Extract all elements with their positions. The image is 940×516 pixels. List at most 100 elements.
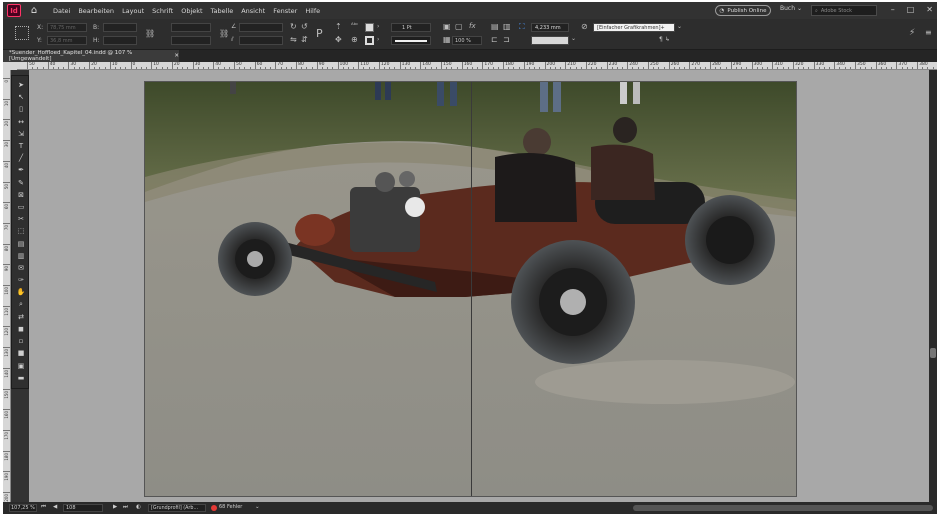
page-tool-icon[interactable]: ▯ <box>15 104 27 114</box>
pasteboard[interactable] <box>29 70 929 502</box>
maximize-icon[interactable]: □ <box>907 5 915 14</box>
vertical-scrollbar[interactable] <box>929 70 937 502</box>
stock-search-field[interactable]: ⌕ Adobe Stock <box>811 5 877 16</box>
stroke-type-field[interactable] <box>391 36 431 45</box>
rotate-ccw-icon[interactable]: ↺ <box>301 22 308 31</box>
vertical-scroll-thumb[interactable] <box>930 348 936 358</box>
close-icon[interactable]: ✕ <box>926 5 933 14</box>
selection-tool-icon[interactable]: ➤ <box>15 80 27 90</box>
menu-hilfe[interactable]: Hilfe <box>301 7 324 15</box>
menu-ansicht[interactable]: Ansicht <box>237 7 269 15</box>
object-style-field[interactable]: [Einfacher Grafikrahmen]+ <box>593 23 675 32</box>
gap-tool-icon[interactable]: ↔ <box>15 117 27 127</box>
rectangle-tool-icon[interactable]: ▭ <box>15 202 27 212</box>
horizontal-scrollbar[interactable] <box>273 504 933 512</box>
horizontal-scroll-thumb[interactable] <box>633 505 933 511</box>
preflight-menu-icon[interactable]: ⌄ <box>255 504 260 510</box>
scale-y-field[interactable] <box>171 36 211 45</box>
select-previous-icon[interactable]: ᴬᵇᶜ <box>351 22 358 29</box>
frame-fitting-icon[interactable]: ▣ <box>443 22 451 31</box>
last-page-icon[interactable]: ⏭ <box>123 504 128 511</box>
note-tool-icon[interactable]: ✉ <box>15 263 27 273</box>
formatting-affects-icon[interactable]: ▫ <box>15 336 27 346</box>
screen-mode-icon[interactable]: ▬ <box>15 373 27 383</box>
constrain-scale-icon[interactable]: ⛓ <box>219 29 229 38</box>
previous-page-icon[interactable]: ◀ <box>53 504 57 510</box>
page-spread[interactable] <box>144 81 797 497</box>
select-content-icon[interactable]: ✥ <box>335 35 342 44</box>
swap-fill-stroke-icon[interactable]: ⇄ <box>15 312 27 322</box>
y-position-field[interactable]: 36,8 mm <box>47 36 87 45</box>
workspace-switcher[interactable]: Buch ⌄ <box>780 5 802 12</box>
zoom-field[interactable]: 107,25 % <box>9 504 37 512</box>
fill-swatch[interactable] <box>365 23 374 32</box>
vertical-ruler[interactable]: 0 10 20 30 40 50 60 70 80 90 100 110 120 130 140 150 160… <box>3 70 11 502</box>
scissors-tool-icon[interactable]: ✂ <box>15 214 27 224</box>
corner-size-field[interactable]: 4,233 mm <box>531 23 569 32</box>
menu-fenster[interactable]: Fenster <box>269 7 301 15</box>
select-next-icon[interactable]: ⊕ <box>351 35 358 44</box>
preflight-profile-field[interactable]: [Grundprofil] (Arb... <box>148 504 206 512</box>
height-field[interactable] <box>103 36 137 45</box>
text-wrap-box-icon[interactable]: ▥ <box>503 22 511 31</box>
rectangle-frame-tool-icon[interactable]: ⊠ <box>15 190 27 200</box>
publish-online-button[interactable]: ◔ Publish Online <box>715 5 771 16</box>
effects-fx-icon[interactable]: fx <box>469 22 476 30</box>
free-transform-tool-icon[interactable]: ⬚ <box>15 226 27 236</box>
constrain-proportions-icon[interactable]: ⛓ <box>145 29 155 38</box>
horizontal-ruler[interactable]: 50 40 30 20 10 0 10 20 30 40 50 60 70 80 90 100 110 120 13… <box>17 62 937 70</box>
corner-options-icon[interactable]: ⛶ <box>519 22 525 32</box>
gradient-feather-tool-icon[interactable]: ▥ <box>15 251 27 261</box>
page-number-field[interactable]: 108 <box>63 504 103 512</box>
first-page-icon[interactable]: ⏮ <box>41 504 46 511</box>
fill-stroke-swatch-icon[interactable]: ◼ <box>15 324 27 334</box>
direct-selection-tool-icon[interactable]: ↖ <box>15 92 27 102</box>
stroke-weight-field[interactable]: 1 Pt <box>391 23 431 32</box>
panel-menu-icon[interactable]: ≡ <box>925 28 932 37</box>
menu-bearbeiten[interactable]: Bearbeiten <box>74 7 118 15</box>
stroke-swatch[interactable] <box>365 36 374 45</box>
text-wrap-icon[interactable]: ▤ <box>491 22 499 31</box>
ruler-origin[interactable] <box>3 62 17 70</box>
document-tab[interactable]: *Suender_Hoffloed_Kapitel_04.indd @ 107 … <box>3 50 179 62</box>
x-position-field[interactable]: 78,75 mm <box>47 23 87 32</box>
next-page-icon[interactable]: ▶ <box>113 504 117 510</box>
pen-tool-icon[interactable]: ✒ <box>15 165 27 175</box>
menu-tabelle[interactable]: Tabelle <box>207 7 238 15</box>
corner-shape-field[interactable] <box>531 36 569 45</box>
content-collector-icon[interactable]: ⇲ <box>15 129 27 139</box>
zoom-tool-icon[interactable]: ⌕ <box>15 300 27 310</box>
reference-point-icon[interactable] <box>15 26 29 40</box>
quick-apply-icon[interactable]: ⚡ <box>909 28 915 38</box>
menu-objekt[interactable]: Objekt <box>177 7 206 15</box>
rotation-field[interactable] <box>239 23 283 32</box>
apply-color-icon[interactable]: ■ <box>15 348 27 358</box>
rotate-cw-icon[interactable]: ↻ <box>290 22 297 31</box>
opacity-field[interactable]: 100 % <box>452 36 482 45</box>
pencil-tool-icon[interactable]: ✎ <box>15 178 27 188</box>
close-tab-icon[interactable]: ✕ <box>174 53 179 59</box>
flip-vertical-icon[interactable]: ⇵ <box>301 35 308 44</box>
minimize-icon[interactable]: – <box>891 5 895 14</box>
stroke-dropdown-icon[interactable]: › <box>377 36 379 43</box>
select-container-icon[interactable]: ⇡ <box>335 22 342 31</box>
align-left-icon[interactable]: ⊏ <box>491 35 498 44</box>
shear-field[interactable] <box>239 36 283 45</box>
line-tool-icon[interactable]: ╱ <box>15 153 27 163</box>
menu-layout[interactable]: Layout <box>118 7 148 15</box>
fill-dropdown-icon[interactable]: › <box>377 23 379 30</box>
view-mode-icon[interactable]: ▣ <box>15 361 27 371</box>
align-center-icon[interactable]: ⊐ <box>503 35 510 44</box>
fit-content-icon[interactable]: ▢ <box>455 22 463 31</box>
eyedropper-tool-icon[interactable]: ✑ <box>15 275 27 285</box>
preflight-icon[interactable]: ◐ <box>136 504 141 510</box>
type-tool-icon[interactable]: T <box>15 141 27 151</box>
home-icon[interactable]: ⌂ <box>27 4 41 17</box>
flip-horizontal-icon[interactable]: ⇋ <box>290 35 297 44</box>
menu-datei[interactable]: Datei <box>49 7 74 15</box>
width-field[interactable] <box>103 23 137 32</box>
error-count[interactable]: 68 Fehler <box>219 504 242 510</box>
clear-overrides-icon[interactable]: ¶ ↳ <box>659 36 670 43</box>
menu-schrift[interactable]: Schrift <box>148 7 177 15</box>
hand-tool-icon[interactable]: ✋ <box>15 287 27 297</box>
